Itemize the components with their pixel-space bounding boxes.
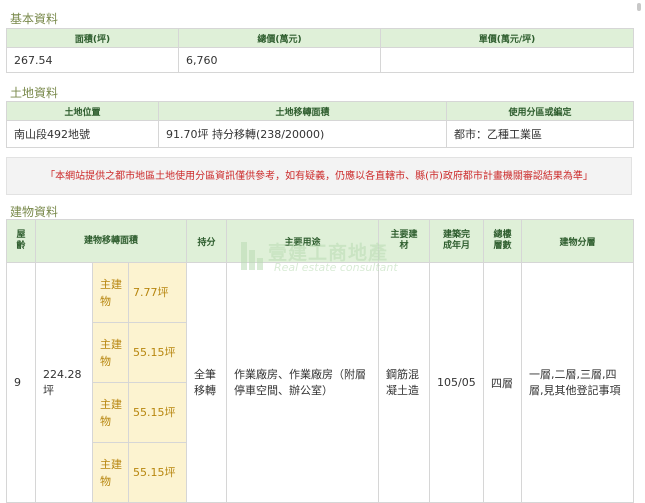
land-transfer-area-value: 91.70坪 持分移轉(238/20000) (158, 120, 447, 148)
zoning-value: 都市：乙種工業區 (446, 120, 634, 148)
floor-division-value: 一層,二層,三層,四層,見其他登記事項 (521, 262, 634, 503)
header-zoning: 使用分區或編定 (446, 101, 634, 121)
basic-section-title: 基本資料 (10, 12, 59, 26)
sub-item-area: 55.15坪 (128, 382, 187, 443)
share-value: 全筆移轉 (186, 262, 227, 503)
sub-item-type: 主建物 (92, 322, 129, 383)
land-location-value: 南山段492地號 (6, 120, 159, 148)
unit-price-value (380, 47, 634, 73)
header-total-price: 總價(萬元) (178, 28, 381, 48)
total-price-value: 6,760 (178, 47, 381, 73)
header-share: 持分 (186, 219, 227, 263)
zoning-disclaimer-notice: 「本網站提供之都市地區土地使用分區資訊僅供參考，如有疑義，仍應以各直轄市、縣(市… (6, 157, 632, 195)
area-value: 267.54 (6, 47, 179, 73)
building-info-table: 屋齡 建物移轉面積 持分 主要用途 主要建材 建築完成年月 總樓層數 建物分層 … (6, 219, 634, 503)
basic-info-table: 面積(坪) 總價(萬元) 單價(萬元/坪) 267.54 6,760 (6, 28, 634, 73)
total-floors-value: 四層 (483, 262, 522, 503)
header-floor-division: 建物分層 (521, 219, 634, 263)
sub-item-area: 55.15坪 (128, 442, 187, 503)
header-completion-date: 建築完成年月 (429, 219, 484, 263)
header-main-material: 主要建材 (378, 219, 430, 263)
land-info-table: 土地位置 土地移轉面積 使用分區或編定 南山段492地號 91.70坪 持分移轉… (6, 101, 634, 148)
main-material-value: 鋼筋混凝土造 (378, 262, 430, 503)
header-transfer-area: 建物移轉面積 (35, 219, 187, 263)
transfer-area-value: 224.28坪 (35, 262, 93, 503)
header-main-usage: 主要用途 (226, 219, 379, 263)
scrollbar-thumb[interactable] (637, 3, 641, 11)
building-section-title: 建物資料 (10, 205, 59, 219)
header-floor-age: 屋齡 (6, 219, 36, 263)
header-unit-price: 單價(萬元/坪) (380, 28, 634, 48)
header-total-floors: 總樓層數 (483, 219, 522, 263)
land-section-title: 土地資料 (10, 86, 59, 100)
header-area: 面積(坪) (6, 28, 179, 48)
completion-date-value: 105/05 (429, 262, 484, 503)
sub-item-type: 主建物 (92, 442, 129, 503)
sub-item-type: 主建物 (92, 262, 129, 323)
main-usage-value: 作業廠房、作業廠房（附層停車空間、辦公室） (226, 262, 379, 503)
sub-item-area: 7.77坪 (128, 262, 187, 323)
header-land-location: 土地位置 (6, 101, 159, 121)
header-land-transfer-area: 土地移轉面積 (158, 101, 447, 121)
sub-item-area: 55.15坪 (128, 322, 187, 383)
sub-item-type: 主建物 (92, 382, 129, 443)
floor-age-value: 9 (6, 262, 36, 503)
